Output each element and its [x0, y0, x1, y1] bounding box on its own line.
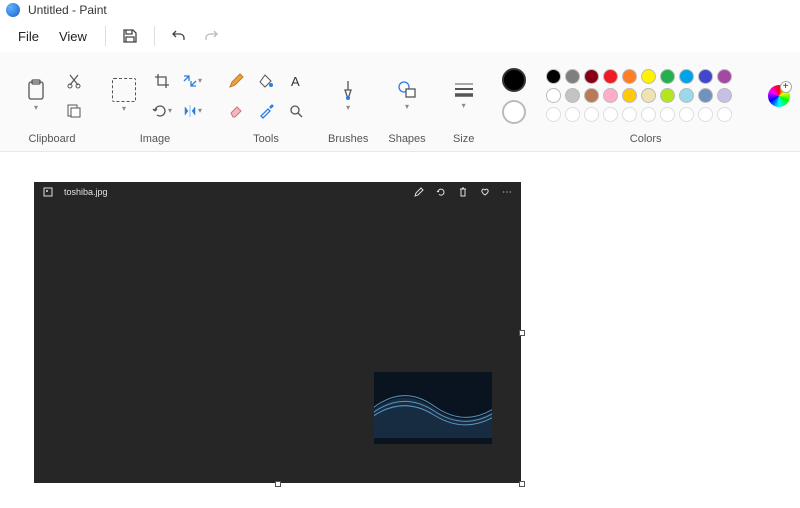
- color-swatch[interactable]: [679, 69, 694, 84]
- eraser-tool[interactable]: [224, 99, 248, 123]
- color-swatch[interactable]: [622, 107, 637, 122]
- resize-handle-s[interactable]: [275, 481, 281, 487]
- color-swatch[interactable]: [603, 69, 618, 84]
- canvas[interactable]: toshiba.jpg ⋯: [34, 182, 521, 483]
- select-icon: [112, 78, 136, 102]
- chevron-down-icon: ▾: [462, 101, 466, 110]
- color-swatch[interactable]: [622, 88, 637, 103]
- shapes-group: ▾ Shapes: [378, 56, 435, 151]
- size-label: Size: [453, 133, 474, 149]
- paste-button[interactable]: ▾: [18, 72, 54, 120]
- color-swatch[interactable]: [679, 88, 694, 103]
- pencil-tool[interactable]: [224, 69, 248, 93]
- photos-app-icon: [42, 186, 54, 198]
- chevron-down-icon: ▾: [405, 102, 409, 111]
- select-button[interactable]: ▾: [106, 72, 142, 120]
- crop-button[interactable]: [150, 69, 174, 93]
- canvas-wrap: toshiba.jpg ⋯: [34, 182, 521, 483]
- tools-group: A Tools: [214, 56, 318, 151]
- color-swatch[interactable]: [603, 88, 618, 103]
- divider: [154, 26, 155, 46]
- color-swatch[interactable]: [641, 69, 656, 84]
- color-swatch[interactable]: [660, 107, 675, 122]
- color-swatch[interactable]: [641, 107, 656, 122]
- resize-handle-se[interactable]: [519, 481, 525, 487]
- color-swatch[interactable]: [546, 107, 561, 122]
- color-swatch[interactable]: [698, 69, 713, 84]
- color-swatch[interactable]: [584, 69, 599, 84]
- magnifier-tool[interactable]: [284, 99, 308, 123]
- rotate-button[interactable]: ▾: [150, 99, 174, 123]
- file-menu[interactable]: File: [10, 25, 47, 48]
- image-label: Image: [140, 133, 171, 149]
- palette: [546, 69, 732, 122]
- view-menu[interactable]: View: [51, 25, 95, 48]
- color-swatch[interactable]: [565, 107, 580, 122]
- color-swatch[interactable]: [565, 88, 580, 103]
- brushes-group: ▾ Brushes: [318, 56, 378, 151]
- copy-button[interactable]: [62, 99, 86, 123]
- color-swatch[interactable]: [641, 88, 656, 103]
- color-swatch[interactable]: [679, 107, 694, 122]
- color-swatch[interactable]: [717, 107, 732, 122]
- embedded-photos-titlebar: toshiba.jpg ⋯: [34, 182, 521, 202]
- brushes-label: Brushes: [328, 133, 368, 149]
- color-swatch[interactable]: [584, 88, 599, 103]
- image-group: ▾ ▾ ▾ ▾ Image: [96, 56, 214, 151]
- chevron-down-icon: ▾: [346, 103, 350, 112]
- divider: [105, 26, 106, 46]
- shapes-button[interactable]: ▾: [389, 72, 425, 120]
- embedded-thumbnail: [374, 372, 492, 444]
- chevron-down-icon: ▾: [122, 104, 126, 113]
- delete-icon[interactable]: [457, 186, 469, 198]
- colors-group: Colors: [492, 56, 800, 151]
- color-swatch[interactable]: [717, 69, 732, 84]
- flip-button[interactable]: ▾: [180, 99, 204, 123]
- svg-text:A: A: [291, 74, 300, 89]
- size-button[interactable]: ▾: [446, 72, 482, 120]
- color-swatch[interactable]: [698, 88, 713, 103]
- shapes-label: Shapes: [388, 133, 425, 149]
- resize-button[interactable]: ▾: [180, 69, 204, 93]
- resize-handle-e[interactable]: [519, 330, 525, 336]
- size-group: ▾ Size: [436, 56, 492, 151]
- brushes-button[interactable]: ▾: [330, 72, 366, 120]
- color-swatch[interactable]: [717, 88, 732, 103]
- edit-colors-button[interactable]: [768, 85, 790, 107]
- chevron-down-icon: ▾: [34, 103, 38, 112]
- titlebar: Untitled - Paint: [0, 0, 800, 20]
- canvas-area: toshiba.jpg ⋯: [0, 152, 800, 483]
- clipboard-label: Clipboard: [28, 133, 75, 149]
- edit-icon[interactable]: [413, 186, 425, 198]
- colors-label: Colors: [630, 133, 662, 149]
- ribbon: ▾ Clipboard ▾ ▾: [0, 52, 800, 152]
- embedded-filename: toshiba.jpg: [64, 187, 108, 197]
- color-1-button[interactable]: [502, 68, 526, 92]
- redo-button: [197, 22, 225, 50]
- paint-app-icon: [6, 3, 20, 17]
- text-tool[interactable]: A: [284, 69, 308, 93]
- color-swatch[interactable]: [622, 69, 637, 84]
- color-swatch[interactable]: [660, 69, 675, 84]
- color-swatch[interactable]: [584, 107, 599, 122]
- more-icon[interactable]: ⋯: [501, 186, 513, 198]
- cut-button[interactable]: [62, 69, 86, 93]
- window-title: Untitled - Paint: [28, 3, 107, 17]
- fill-tool[interactable]: [254, 69, 278, 93]
- tools-label: Tools: [253, 133, 279, 149]
- color-swatch[interactable]: [546, 88, 561, 103]
- color-swatch[interactable]: [546, 69, 561, 84]
- color-swatch[interactable]: [603, 107, 618, 122]
- color-swatch[interactable]: [698, 107, 713, 122]
- favorite-icon[interactable]: [479, 186, 491, 198]
- clipboard-group: ▾ Clipboard: [8, 56, 96, 151]
- rotate-icon[interactable]: [435, 186, 447, 198]
- color-swatch[interactable]: [660, 88, 675, 103]
- save-button[interactable]: [116, 22, 144, 50]
- color-2-button[interactable]: [502, 100, 526, 124]
- color-swatch[interactable]: [565, 69, 580, 84]
- color-picker-tool[interactable]: [254, 99, 278, 123]
- undo-button[interactable]: [165, 22, 193, 50]
- menubar: File View: [0, 20, 800, 52]
